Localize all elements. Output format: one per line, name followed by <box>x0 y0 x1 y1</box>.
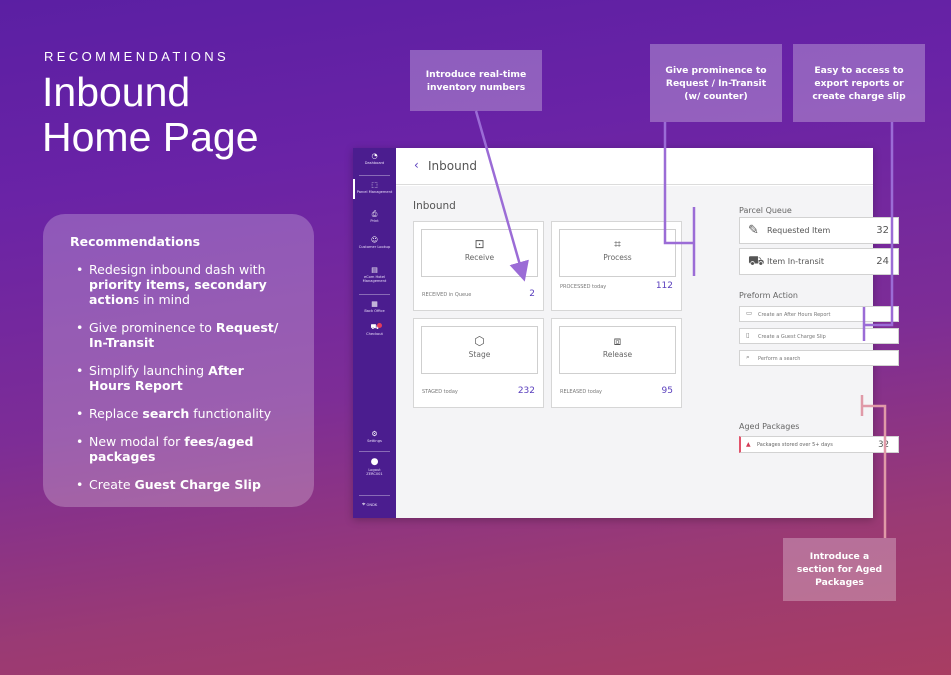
realtime-arrow <box>474 110 529 282</box>
callout-export-reports: Easy to access to export reports or crea… <box>793 44 925 122</box>
callout-aged-packages: Introduce a section for Aged Packages <box>783 538 896 601</box>
prominence-connector <box>663 122 694 245</box>
callout-request-in-transit: Give prominence to Request / In-Transit … <box>650 44 782 122</box>
export-connector <box>864 122 894 327</box>
callout-realtime-inventory: Introduce real-time inventory numbers <box>410 50 542 111</box>
aged-connector <box>862 404 887 538</box>
